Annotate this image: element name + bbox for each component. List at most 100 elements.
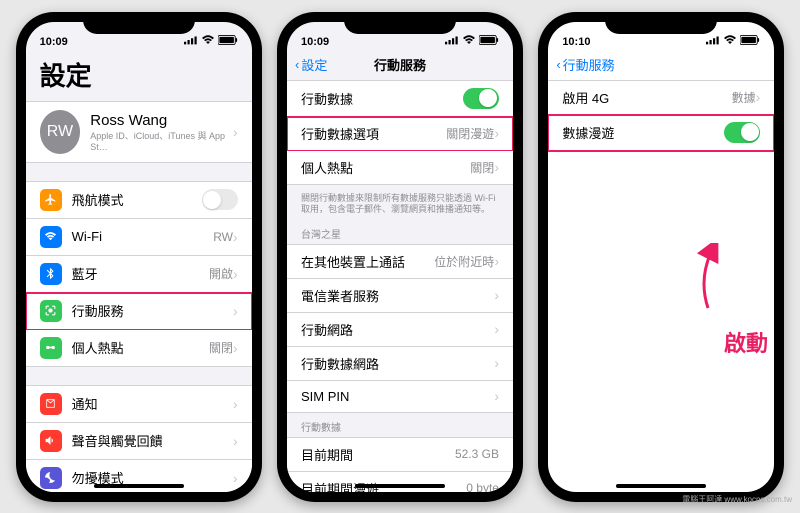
battery-icon xyxy=(479,35,499,48)
page-title: 設定 xyxy=(26,50,252,101)
dnd-icon xyxy=(40,467,62,489)
row-carrier-services[interactable]: 電信業者服務 › xyxy=(287,279,513,313)
row-wifi[interactable]: Wi-Fi RW › xyxy=(26,219,252,256)
row-label: 行動網路 xyxy=(301,320,494,339)
chevron-right-icon: › xyxy=(233,303,238,319)
row-label: 電信業者服務 xyxy=(301,286,494,305)
row-value: 52.3 GB xyxy=(455,447,499,461)
row-value: 關閉 xyxy=(209,339,233,356)
status-time: 10:09 xyxy=(301,36,329,48)
avatar: RW xyxy=(40,110,81,154)
row-cellular[interactable]: 行動服務 › xyxy=(26,293,252,330)
mobile-data-toggle[interactable] xyxy=(463,88,499,109)
chevron-right-icon: › xyxy=(494,355,499,371)
row-label: 行動數據網路 xyxy=(301,354,494,373)
carrier-section: 在其他裝置上通話 位於附近時 › 電信業者服務 › 行動網路 › 行動數據網路 … xyxy=(287,244,513,413)
row-value: 關閉 xyxy=(470,159,494,176)
home-indicator[interactable] xyxy=(616,484,706,488)
back-label: 行動服務 xyxy=(563,55,615,74)
chevron-right-icon: › xyxy=(233,340,238,356)
row-label: 數據漫遊 xyxy=(562,123,724,142)
options-section: 啟用 4G 數據 › 數據漫遊 xyxy=(548,80,774,151)
chevron-right-icon: › xyxy=(233,433,238,449)
general-section: 通知 › 聲音與觸覺回饋 › 勿擾模式 › 螢幕使用時間 › xyxy=(26,385,252,492)
chevron-right-icon: › xyxy=(756,89,761,105)
row-sounds[interactable]: 聲音與觸覺回饋 › xyxy=(26,423,252,460)
phone-frame-2: 10:09 ‹設定 行動服務 行動數據 行動數據選項 關閉漫遊 › xyxy=(277,12,523,502)
back-button[interactable]: ‹設定 xyxy=(295,55,327,74)
row-value: 關閉漫遊 xyxy=(446,125,494,142)
screen-data-options: 10:10 ‹行動服務 啟用 4G 數據 › 數據漫遊 xyxy=(548,22,774,492)
signal-icon xyxy=(706,35,720,48)
section-footer: 關閉行動數據來限制所有數據服務只能透過 Wi-Fi 取用，包含電子郵件、瀏覽網頁… xyxy=(287,189,513,220)
row-label: 個人熱點 xyxy=(301,158,470,177)
row-value: 0 byte xyxy=(466,481,499,491)
chevron-right-icon: › xyxy=(233,229,238,245)
status-time: 10:09 xyxy=(40,36,68,48)
nav-bar: ‹行動服務 xyxy=(548,50,774,80)
row-data-options[interactable]: 行動數據選項 關閉漫遊 › xyxy=(287,117,513,151)
row-airplane[interactable]: 飛航模式 xyxy=(26,181,252,219)
row-bluetooth[interactable]: 藍牙 開啟 › xyxy=(26,256,252,293)
row-hotspot[interactable]: 個人熱點 關閉 › xyxy=(26,330,252,367)
row-roaming-period: 目前期間漫遊 0 byte xyxy=(287,472,513,492)
bluetooth-icon xyxy=(40,263,62,285)
home-indicator[interactable] xyxy=(94,484,184,488)
wifi-icon xyxy=(462,35,476,48)
wifi-icon xyxy=(201,35,215,48)
row-data-roaming[interactable]: 數據漫遊 xyxy=(548,115,774,151)
notification-icon xyxy=(40,393,62,415)
signal-icon xyxy=(445,35,459,48)
chevron-right-icon: › xyxy=(494,125,499,141)
back-button[interactable]: ‹行動服務 xyxy=(556,55,614,74)
section-header: 行動數據 xyxy=(287,413,513,437)
status-icons xyxy=(184,35,238,48)
row-label: 行動數據 xyxy=(301,89,463,108)
row-label: SIM PIN xyxy=(301,389,494,404)
row-current-period: 目前期間 52.3 GB xyxy=(287,437,513,472)
phone-frame-1: 10:09 設定 RW Ross Wang Apple ID、iCloud、iT… xyxy=(16,12,262,502)
chevron-right-icon: › xyxy=(233,396,238,412)
row-label: 行動服務 xyxy=(72,301,233,320)
chevron-right-icon: › xyxy=(494,159,499,175)
row-enable-4g[interactable]: 啟用 4G 數據 › xyxy=(548,80,774,115)
chevron-right-icon: › xyxy=(494,321,499,337)
row-value: 開啟 xyxy=(209,265,233,282)
nav-title: 行動服務 xyxy=(374,55,426,74)
chevron-left-icon: ‹ xyxy=(556,57,560,72)
row-label: 個人熱點 xyxy=(72,338,209,357)
row-hotspot[interactable]: 個人熱點 關閉 › xyxy=(287,151,513,185)
connectivity-section: 飛航模式 Wi-Fi RW › 藍牙 開啟 › 行動服務 xyxy=(26,181,252,367)
airplane-toggle[interactable] xyxy=(202,189,238,210)
status-time: 10:10 xyxy=(562,36,590,48)
chevron-right-icon: › xyxy=(494,388,499,404)
row-sim-pin[interactable]: SIM PIN › xyxy=(287,381,513,413)
data-section: 行動數據 行動數據選項 關閉漫遊 › 個人熱點 關閉 › xyxy=(287,80,513,185)
sounds-icon xyxy=(40,430,62,452)
chevron-right-icon: › xyxy=(494,253,499,269)
signal-icon xyxy=(184,35,198,48)
row-mobile-data[interactable]: 行動數據 xyxy=(287,80,513,117)
airplane-icon xyxy=(40,189,62,211)
screen-cellular: 10:09 ‹設定 行動服務 行動數據 行動數據選項 關閉漫遊 › xyxy=(287,22,513,492)
hotspot-icon xyxy=(40,337,62,359)
wifi-icon xyxy=(723,35,737,48)
home-indicator[interactable] xyxy=(355,484,445,488)
roaming-toggle[interactable] xyxy=(724,122,760,143)
annotation-arrow xyxy=(688,243,728,313)
row-value: RW xyxy=(213,230,233,244)
row-label: 通知 xyxy=(72,394,233,413)
battery-icon xyxy=(218,35,238,48)
profile-name: Ross Wang xyxy=(90,112,233,129)
row-wifi-calling[interactable]: 在其他裝置上通話 位於附近時 › xyxy=(287,244,513,279)
row-label: 聲音與觸覺回饋 xyxy=(72,431,233,450)
chevron-right-icon: › xyxy=(494,287,499,303)
screen-settings: 10:09 設定 RW Ross Wang Apple ID、iCloud、iT… xyxy=(26,22,252,492)
notch xyxy=(344,12,456,34)
annotation-callout: 啟動 xyxy=(724,326,768,358)
profile-row[interactable]: RW Ross Wang Apple ID、iCloud、iTunes 與 Ap… xyxy=(26,101,252,163)
row-network[interactable]: 行動網路 › xyxy=(287,313,513,347)
row-data-network[interactable]: 行動數據網路 › xyxy=(287,347,513,381)
row-notifications[interactable]: 通知 › xyxy=(26,385,252,423)
chevron-left-icon: ‹ xyxy=(295,57,299,72)
